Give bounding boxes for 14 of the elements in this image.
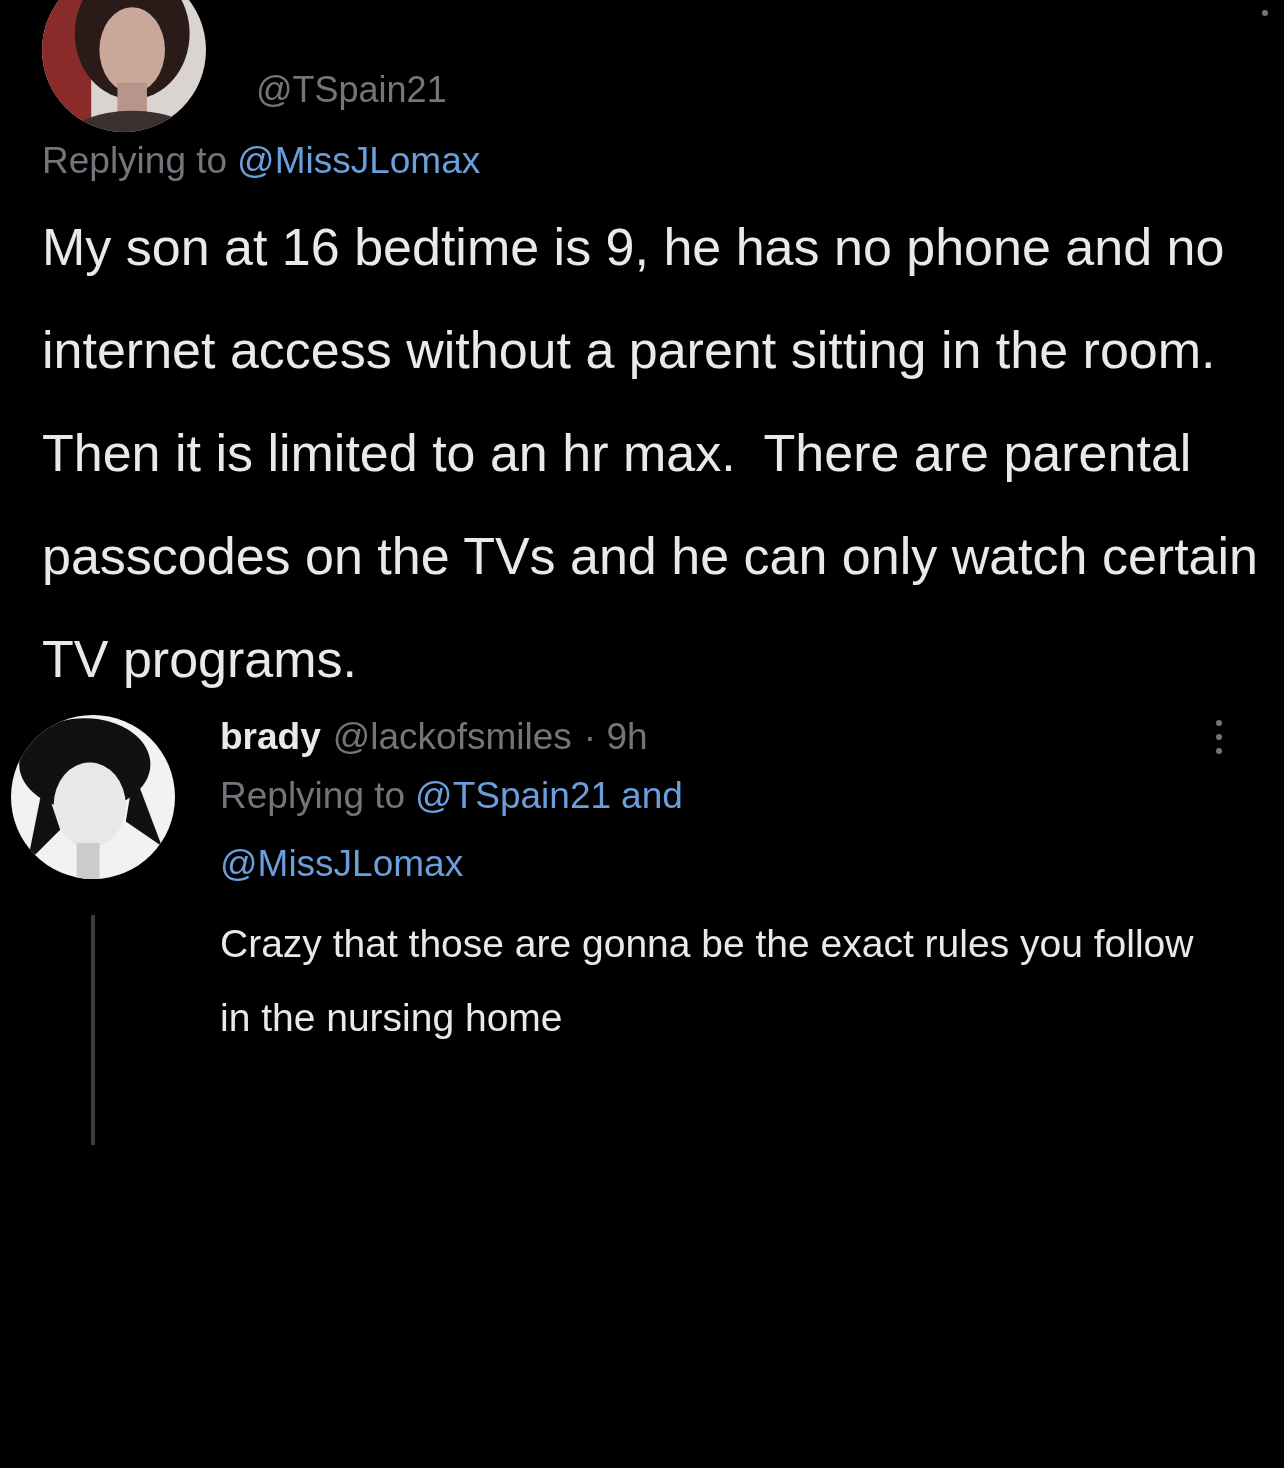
mention-link[interactable]: @MissJLomax [220, 835, 464, 893]
user-handle: @lackofsmiles [332, 716, 572, 758]
mention-link[interactable]: @MissJLomax [237, 140, 481, 182]
replying-label: Replying to [220, 774, 406, 818]
tweet-text: My son at 16 bedtime is 9, he has no phone and no internet access without a parent sitting in the room. Then it is limited to an hr max. There are parental passcodes on the TVs and he can only watch certain TV programs. [42, 217, 1259, 690]
more-icon[interactable] [1260, 8, 1270, 18]
mention-link[interactable]: @TSpain21 [415, 767, 612, 825]
more-icon[interactable] [1214, 717, 1224, 757]
reply-text: Crazy that those are gonna be the exact rules you follow in the nursing home [220, 921, 1195, 1041]
mention-link[interactable]: and [621, 767, 683, 825]
user-name: brady [220, 716, 321, 758]
user-handle: @TSpain21 [256, 69, 447, 111]
timestamp: · 9h [583, 716, 648, 758]
replying-label: Replying to [42, 140, 228, 182]
